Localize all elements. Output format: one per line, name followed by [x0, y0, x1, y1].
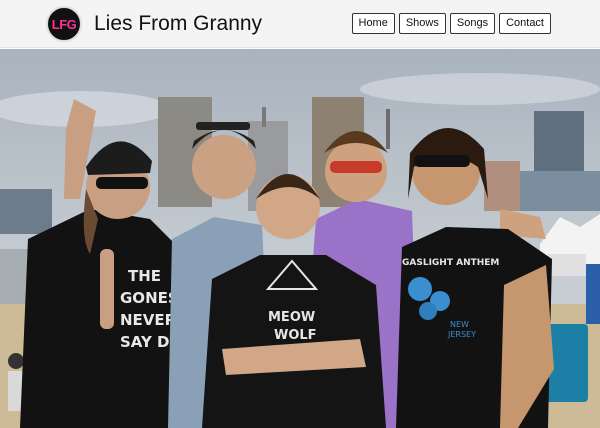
logo-text: LFG	[51, 16, 77, 32]
shirt-text-jersey: JERSEY	[447, 330, 476, 339]
shirt-text-never: NEVER	[120, 311, 177, 329]
shirt-text-meow: MEOW	[268, 310, 315, 325]
site-title: Lies From Granny	[94, 12, 263, 35]
person-in-background	[586, 264, 600, 324]
band-photo-illustration: THE GONES NEVER SAY DIE MEOW WOLF GASLIG…	[0, 49, 600, 428]
nav-shows-button[interactable]: Shows	[398, 13, 446, 34]
shirt-text-new: NEW	[450, 320, 469, 329]
nav-home-button[interactable]: Home	[351, 13, 395, 34]
shirt-text-gaslight-anthem: GASLIGHT ANTHEM	[402, 258, 499, 268]
shirt-text-gones: GONES	[120, 289, 179, 307]
shirt-text-wolf: WOLF	[274, 328, 317, 343]
hero-band-photo: THE GONES NEVER SAY DIE MEOW WOLF GASLIG…	[0, 49, 600, 428]
site-header: LFG Lies From Granny Home Shows Songs Co…	[0, 0, 600, 48]
parked-vehicle	[548, 254, 586, 276]
logo[interactable]: LFG	[46, 6, 82, 42]
main-nav: Home Shows Songs Contact	[351, 13, 551, 34]
nav-songs-button[interactable]: Songs	[449, 13, 496, 34]
nav-contact-button[interactable]: Contact	[499, 13, 551, 34]
cloud	[360, 73, 600, 105]
shirt-text-the: THE	[128, 267, 161, 285]
